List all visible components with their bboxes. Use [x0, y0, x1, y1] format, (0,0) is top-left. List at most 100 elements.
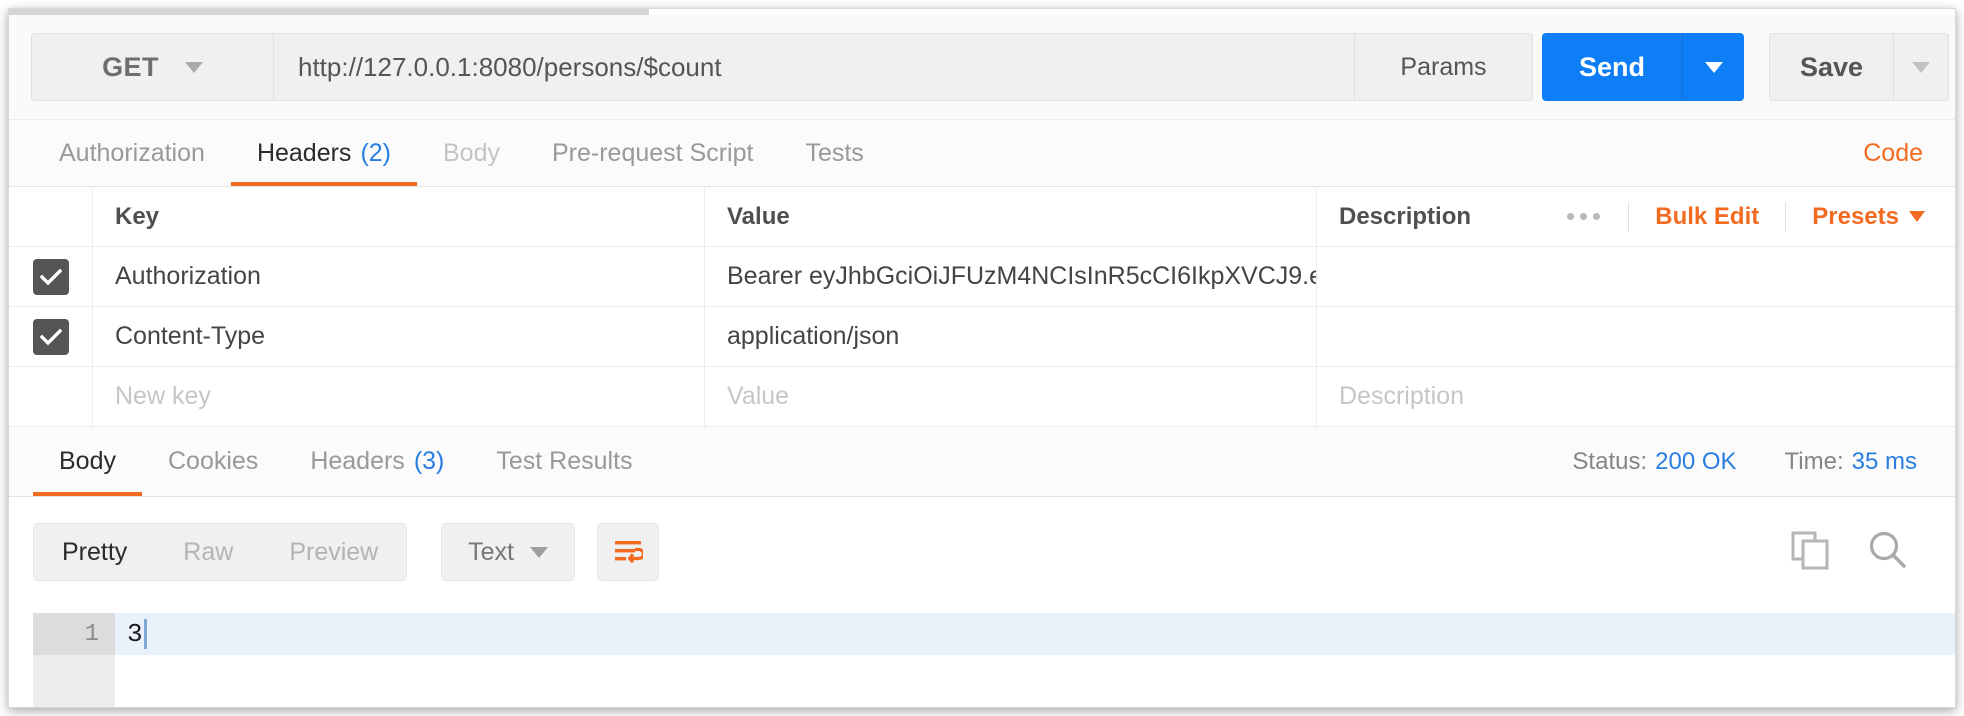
gutter-background: [33, 655, 115, 707]
send-button[interactable]: Send: [1542, 33, 1682, 101]
editor-empty-area: [33, 655, 1955, 707]
status-badge: Status: 200 OK: [1572, 448, 1736, 476]
save-options-button[interactable]: [1893, 33, 1949, 101]
tab-label: Authorization: [59, 138, 205, 167]
header-value-column: Value: [705, 187, 1317, 246]
response-body-editor[interactable]: 1 3: [33, 613, 1955, 707]
time-value: 35 ms: [1851, 447, 1917, 475]
new-description-input[interactable]: Description: [1317, 367, 1955, 426]
text-cursor: [143, 619, 147, 649]
request-url-text: http://127.0.0.1:8080/persons/$count: [298, 51, 722, 82]
view-mode-segmented-control: Pretty Raw Preview: [33, 523, 408, 581]
tab-count-badge: (2): [360, 138, 391, 167]
tab-label: Tests: [805, 138, 864, 167]
response-tab-cookies[interactable]: Cookies: [142, 427, 284, 496]
params-button[interactable]: Params: [1355, 33, 1533, 101]
tab-label: Body: [59, 447, 116, 475]
chevron-down-icon: [1912, 61, 1930, 73]
triangle-down-icon: [1909, 211, 1925, 222]
view-mode-pretty[interactable]: Pretty: [34, 524, 155, 580]
row-checkbox-cell: [9, 307, 93, 366]
response-format-select[interactable]: Text: [441, 523, 575, 581]
response-tab-test-results[interactable]: Test Results: [470, 427, 658, 496]
new-value-input[interactable]: Value: [705, 367, 1317, 426]
headers-table: Key Value Description Bulk Edit Presets: [9, 187, 1955, 427]
tab-authorization[interactable]: Authorization: [33, 120, 231, 186]
tab-pre-request-script[interactable]: Pre-request Script: [526, 120, 779, 186]
tab-label: Headers: [310, 447, 405, 475]
request-tab-bar: Authorization Headers (2) Body Pre-reque…: [9, 119, 1955, 187]
new-key-placeholder: New key: [115, 382, 211, 410]
row-description-cell[interactable]: [1317, 307, 1955, 366]
new-row-checkbox-cell: [9, 367, 93, 426]
table-row: Content-Type application/json: [9, 307, 1955, 367]
header-value-text: application/json: [727, 322, 900, 350]
chevron-down-icon: [529, 546, 548, 558]
tab-label: Test Results: [496, 447, 633, 475]
copy-icon[interactable]: [1789, 529, 1831, 576]
tab-count-badge: (3): [413, 447, 445, 475]
code-link[interactable]: Code: [1863, 120, 1923, 186]
save-button-group: Save: [1769, 33, 1949, 101]
table-row: Authorization Bearer eyJhbGciOiJFUzM4NCI…: [9, 247, 1955, 307]
header-key-column: Key: [93, 187, 705, 246]
response-tab-bar: Body Cookies Headers (3) Test Results St…: [9, 427, 1955, 497]
tab-body[interactable]: Body: [417, 120, 526, 186]
time-label: Time:: [1784, 447, 1844, 475]
tab-headers[interactable]: Headers (2): [230, 120, 418, 186]
row-checkbox-authorization[interactable]: [32, 258, 69, 295]
row-checkbox-cell: [9, 247, 93, 306]
editor-line: 1 3: [33, 613, 1955, 655]
column-header-description: Description: [1339, 202, 1472, 230]
send-options-button[interactable]: [1682, 33, 1744, 101]
save-button[interactable]: Save: [1769, 33, 1893, 101]
response-tab-headers[interactable]: Headers (3): [284, 427, 470, 496]
response-tab-body[interactable]: Body: [33, 427, 142, 496]
tab-label: Pre-request Script: [551, 138, 754, 167]
presets-label: Presets: [1812, 202, 1899, 230]
editor-background: [115, 655, 1955, 707]
view-mode-raw[interactable]: Raw: [155, 524, 261, 580]
view-mode-preview[interactable]: Preview: [261, 524, 406, 580]
request-tabs-list: Authorization Headers (2) Body Pre-reque…: [33, 120, 890, 186]
row-value-cell[interactable]: application/json: [705, 307, 1317, 366]
request-url-input[interactable]: http://127.0.0.1:8080/persons/$count: [273, 33, 1355, 101]
word-wrap-icon: [615, 541, 643, 564]
response-body-toolbar: Pretty Raw Preview Text: [9, 497, 1955, 607]
new-value-placeholder: Value: [727, 382, 790, 410]
tab-tests[interactable]: Tests: [779, 120, 889, 186]
time-badge: Time: 35 ms: [1785, 448, 1917, 476]
send-button-group: Send: [1542, 33, 1744, 101]
headers-table-header-row: Key Value Description Bulk Edit Presets: [9, 187, 1955, 247]
new-header-row: New key Value Description: [9, 367, 1955, 427]
more-options-icon[interactable]: [1539, 201, 1630, 232]
http-method-selector[interactable]: GET: [31, 33, 273, 101]
headers-table-actions: Bulk Edit Presets: [1539, 187, 1931, 246]
response-format-label: Text: [468, 537, 514, 566]
row-description-cell[interactable]: [1317, 247, 1955, 306]
http-method-label: GET: [102, 51, 159, 82]
tab-label: Cookies: [167, 447, 259, 475]
word-wrap-button[interactable]: [597, 523, 659, 581]
presets-button[interactable]: Presets: [1786, 202, 1931, 232]
bulk-edit-button[interactable]: Bulk Edit: [1629, 201, 1787, 232]
postman-request-response-panel: GET http://127.0.0.1:8080/persons/$count…: [8, 8, 1956, 708]
chevron-down-icon: [184, 61, 203, 73]
column-header-key: Key: [115, 202, 160, 230]
new-key-input[interactable]: New key: [93, 367, 705, 426]
header-key-text: Authorization: [115, 262, 261, 290]
row-key-cell[interactable]: Content-Type: [93, 307, 705, 366]
row-value-cell[interactable]: Bearer eyJhbGciOiJFUzM4NCIsInR5cCI6IkpXV…: [705, 247, 1317, 306]
response-body-text: 3: [127, 619, 143, 649]
tab-label: Body: [443, 138, 500, 167]
search-icon[interactable]: [1867, 529, 1909, 576]
chevron-down-icon: [1704, 61, 1723, 73]
url-input-group: GET http://127.0.0.1:8080/persons/$count…: [31, 33, 1533, 101]
row-key-cell[interactable]: Authorization: [93, 247, 705, 306]
header-value-text: Bearer eyJhbGciOiJFUzM4NCIsInR5cCI6IkpXV…: [727, 262, 1317, 290]
line-number: 1: [33, 613, 115, 655]
response-actions: [1789, 529, 1909, 576]
row-checkbox-content-type[interactable]: [32, 318, 69, 355]
editor-line-content[interactable]: 3: [115, 613, 1955, 655]
header-key-text: Content-Type: [115, 322, 266, 350]
